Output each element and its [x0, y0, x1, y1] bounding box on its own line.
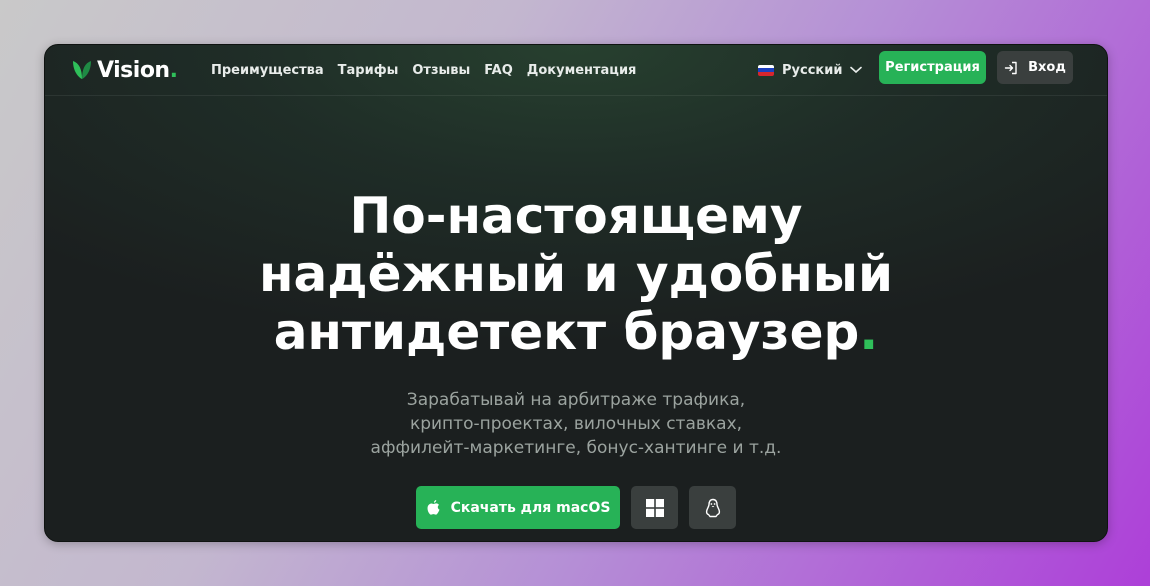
hero-title: По-настоящему надёжный и удобный антидет…: [45, 187, 1107, 361]
nav-link-faq[interactable]: FAQ: [484, 63, 513, 78]
logo[interactable]: Vision.: [69, 55, 178, 85]
login-label: Вход: [1028, 60, 1066, 75]
vision-leaf-icon: [73, 61, 91, 79]
nav-link-advantages[interactable]: Преимущества: [211, 63, 324, 78]
login-arrow-icon: [1004, 61, 1017, 74]
hero-subtitle-line-3: аффилейт-маркетинге, бонус-хантинге и т.…: [370, 438, 782, 458]
language-selector[interactable]: Русский: [758, 60, 863, 80]
hero-title-line-1: По-настоящему: [349, 187, 803, 245]
hero-subtitle: Зарабатывай на арбитраже трафика, крипто…: [45, 388, 1107, 460]
download-macos-button[interactable]: Скачать для macOS: [416, 486, 620, 529]
hero-title-line-3: антидетект браузер: [273, 303, 860, 361]
chevron-down-icon: [850, 66, 863, 74]
hero-title-dot: .: [859, 303, 879, 361]
download-windows-button[interactable]: [631, 486, 678, 529]
hero-subtitle-line-1: Зарабатывай на арбитраже трафика,: [406, 390, 746, 410]
download-linux-button[interactable]: [689, 486, 736, 529]
hero-subtitle-line-2: крипто-проектах, вилочных ставках,: [409, 414, 743, 434]
login-button[interactable]: Вход: [997, 51, 1073, 84]
hero-title-line-2: надёжный и удобный: [258, 245, 893, 303]
register-button[interactable]: Регистрация: [879, 51, 986, 84]
logo-text: Vision: [97, 57, 170, 83]
download-actions: Скачать для macOS: [45, 486, 1107, 529]
nav-link-docs[interactable]: Документация: [527, 63, 637, 78]
linux-penguin-icon: [705, 498, 720, 517]
russia-flag-icon: [758, 64, 774, 76]
apple-icon: [427, 500, 440, 515]
browser-window: Vision. Преимущества Тарифы Отзывы FAQ Д…: [44, 44, 1108, 542]
logo-dot: .: [169, 57, 178, 83]
nav-link-pricing[interactable]: Тарифы: [338, 63, 399, 78]
nav-link-reviews[interactable]: Отзывы: [412, 63, 470, 78]
windows-icon: [645, 498, 664, 517]
language-label: Русский: [782, 62, 843, 78]
download-label: Скачать для macOS: [450, 499, 611, 516]
top-navbar: Vision. Преимущества Тарифы Отзывы FAQ Д…: [45, 45, 1107, 96]
main-nav: Преимущества Тарифы Отзывы FAQ Документа…: [211, 45, 636, 95]
